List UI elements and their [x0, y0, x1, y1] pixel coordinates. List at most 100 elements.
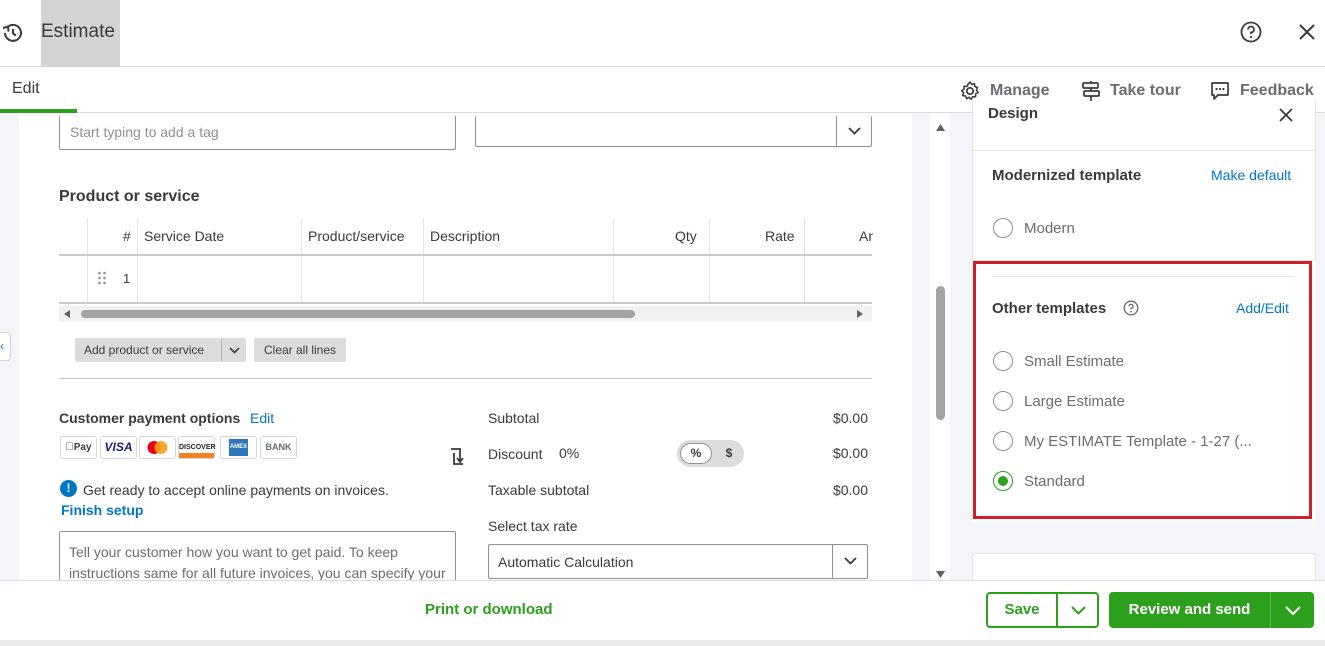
- mastercard-icon: [139, 436, 176, 459]
- close-icon[interactable]: [1278, 107, 1294, 123]
- tags-input[interactable]: Start typing to add a tag: [59, 116, 456, 150]
- save-button[interactable]: Save: [988, 594, 1056, 626]
- template-option-modern[interactable]: Modern: [993, 217, 1075, 239]
- online-payments-notice: Get ready to accept online payments on i…: [83, 482, 389, 498]
- feedback-button[interactable]: Feedback: [1209, 79, 1314, 103]
- payment-instructions-textarea[interactable]: Tell your customer how you want to get p…: [59, 531, 456, 580]
- section-divider: [59, 378, 872, 379]
- template-option-label: Modern: [1024, 219, 1075, 237]
- scroll-left-icon[interactable]: [64, 310, 70, 318]
- apple-pay-icon: Pay: [60, 436, 97, 459]
- chevron-down-icon: [1071, 606, 1086, 615]
- subtotal-value: $0.00: [832, 410, 868, 426]
- design-panel: Design Modernized template Make default …: [950, 101, 1325, 593]
- amex-icon: AMEX: [220, 436, 257, 459]
- print-or-download-link[interactable]: Print or download: [425, 601, 553, 618]
- add-product-dropdown[interactable]: [221, 338, 246, 362]
- info-icon: !: [60, 480, 77, 497]
- chevron-down-icon: [848, 127, 861, 135]
- percent-option[interactable]: %: [680, 443, 712, 464]
- modernized-template-heading: Modernized template: [992, 167, 1142, 184]
- feedback-icon: [1209, 80, 1240, 102]
- vertical-scroll-thumb[interactable]: [936, 286, 945, 420]
- manage-button[interactable]: Manage: [959, 79, 1050, 103]
- discount-value: $0.00: [832, 445, 868, 461]
- discount-type-toggle[interactable]: % $: [677, 440, 744, 467]
- add-product-button[interactable]: Add product or service: [75, 338, 221, 362]
- save-options-dropdown[interactable]: [1056, 594, 1097, 626]
- tax-rate-toggle[interactable]: [832, 545, 867, 578]
- design-heading: Design: [988, 105, 1039, 122]
- signpost-icon: [1081, 80, 1110, 102]
- design-separator: [972, 150, 1316, 151]
- manage-label: Manage: [990, 82, 1050, 99]
- feedback-label: Feedback: [1240, 82, 1314, 99]
- scroll-up-icon[interactable]: [936, 124, 945, 131]
- help-icon[interactable]: [1239, 20, 1263, 44]
- estimate-form: Start typing to add a tag Product or ser…: [19, 113, 912, 580]
- visa-icon: VISA: [100, 436, 137, 459]
- product-heading: Product or service: [59, 188, 200, 205]
- discount-label: Discount: [488, 446, 543, 462]
- finish-setup-link[interactable]: Finish setup: [61, 502, 143, 518]
- col-header-qty[interactable]: Qty: [675, 218, 697, 255]
- discover-icon: DISCOVER: [178, 436, 216, 459]
- radio-button[interactable]: [993, 218, 1013, 238]
- payment-options-edit-link[interactable]: Edit: [250, 410, 274, 426]
- table-row[interactable]: 1: [59, 256, 872, 302]
- highlight-annotation: [973, 261, 1312, 519]
- save-button-group: Save: [986, 592, 1099, 628]
- chevron-down-icon: [844, 557, 857, 565]
- horizontal-scroll-thumb[interactable]: [81, 310, 635, 318]
- horizontal-scrollbar[interactable]: [59, 306, 872, 322]
- drag-handle-icon[interactable]: [97, 271, 107, 285]
- col-header-product[interactable]: Product/service: [308, 218, 404, 255]
- col-header-amount[interactable]: Ar: [859, 218, 873, 255]
- col-header-service-date[interactable]: Service Date: [144, 218, 224, 255]
- footer-bar: Print or download Save Review and send: [0, 580, 1325, 646]
- bank-icon: BANK: [260, 436, 297, 459]
- scroll-down-icon[interactable]: [936, 571, 945, 578]
- expand-icon: ‹: [0, 339, 4, 353]
- tax-rate-value: Automatic Calculation: [498, 554, 634, 570]
- swap-icon[interactable]: [447, 445, 467, 467]
- clear-all-lines-button[interactable]: Clear all lines: [254, 338, 346, 362]
- scroll-right-icon[interactable]: [857, 310, 863, 318]
- taxable-subtotal-label: Taxable subtotal: [488, 482, 590, 498]
- review-and-send-button[interactable]: Review and send: [1109, 592, 1270, 628]
- payment-instructions-text: Tell your customer how you want to get p…: [69, 544, 446, 580]
- review-send-button-group: Review and send: [1109, 592, 1314, 628]
- col-header-description[interactable]: Description: [430, 218, 500, 255]
- take-tour-button[interactable]: Take tour: [1081, 79, 1181, 103]
- form-margin: [912, 113, 930, 580]
- tax-rate-select[interactable]: Automatic Calculation: [488, 544, 868, 579]
- chevron-down-icon: [1285, 606, 1301, 616]
- discount-percent[interactable]: 0%: [559, 445, 579, 461]
- gear-icon: [959, 80, 990, 102]
- bottom-strip: [0, 640, 1325, 646]
- tags-placeholder: Start typing to add a tag: [70, 124, 219, 140]
- tab-edit-label: Edit: [12, 80, 40, 97]
- dollar-option[interactable]: $: [717, 443, 741, 464]
- history-icon[interactable]: [0, 20, 26, 46]
- line-items-table: # Service Date Product/service Descripti…: [59, 218, 873, 304]
- top-select-toggle[interactable]: [836, 116, 871, 147]
- page-title: Estimate: [41, 21, 115, 42]
- subtotal-label: Subtotal: [488, 410, 540, 426]
- take-tour-label: Take tour: [1110, 82, 1181, 99]
- send-options-dropdown[interactable]: [1270, 592, 1314, 628]
- col-header-rate[interactable]: Rate: [765, 218, 795, 255]
- tax-rate-label: Select tax rate: [488, 518, 578, 534]
- tab-edit[interactable]: Edit: [0, 67, 77, 113]
- taxable-subtotal-value: $0.00: [832, 482, 868, 498]
- collapsed-panel-tab[interactable]: ‹: [0, 332, 11, 361]
- top-select[interactable]: [475, 116, 872, 147]
- row-number: 1: [123, 271, 131, 286]
- close-icon[interactable]: [1296, 21, 1318, 43]
- payment-options-title: Customer payment options: [59, 410, 241, 426]
- make-default-link[interactable]: Make default: [1211, 167, 1291, 183]
- chevron-down-icon: [229, 347, 240, 354]
- vertical-scrollbar[interactable]: [930, 113, 950, 580]
- top-bar: Estimate: [0, 0, 1325, 67]
- col-header-num: #: [123, 228, 131, 244]
